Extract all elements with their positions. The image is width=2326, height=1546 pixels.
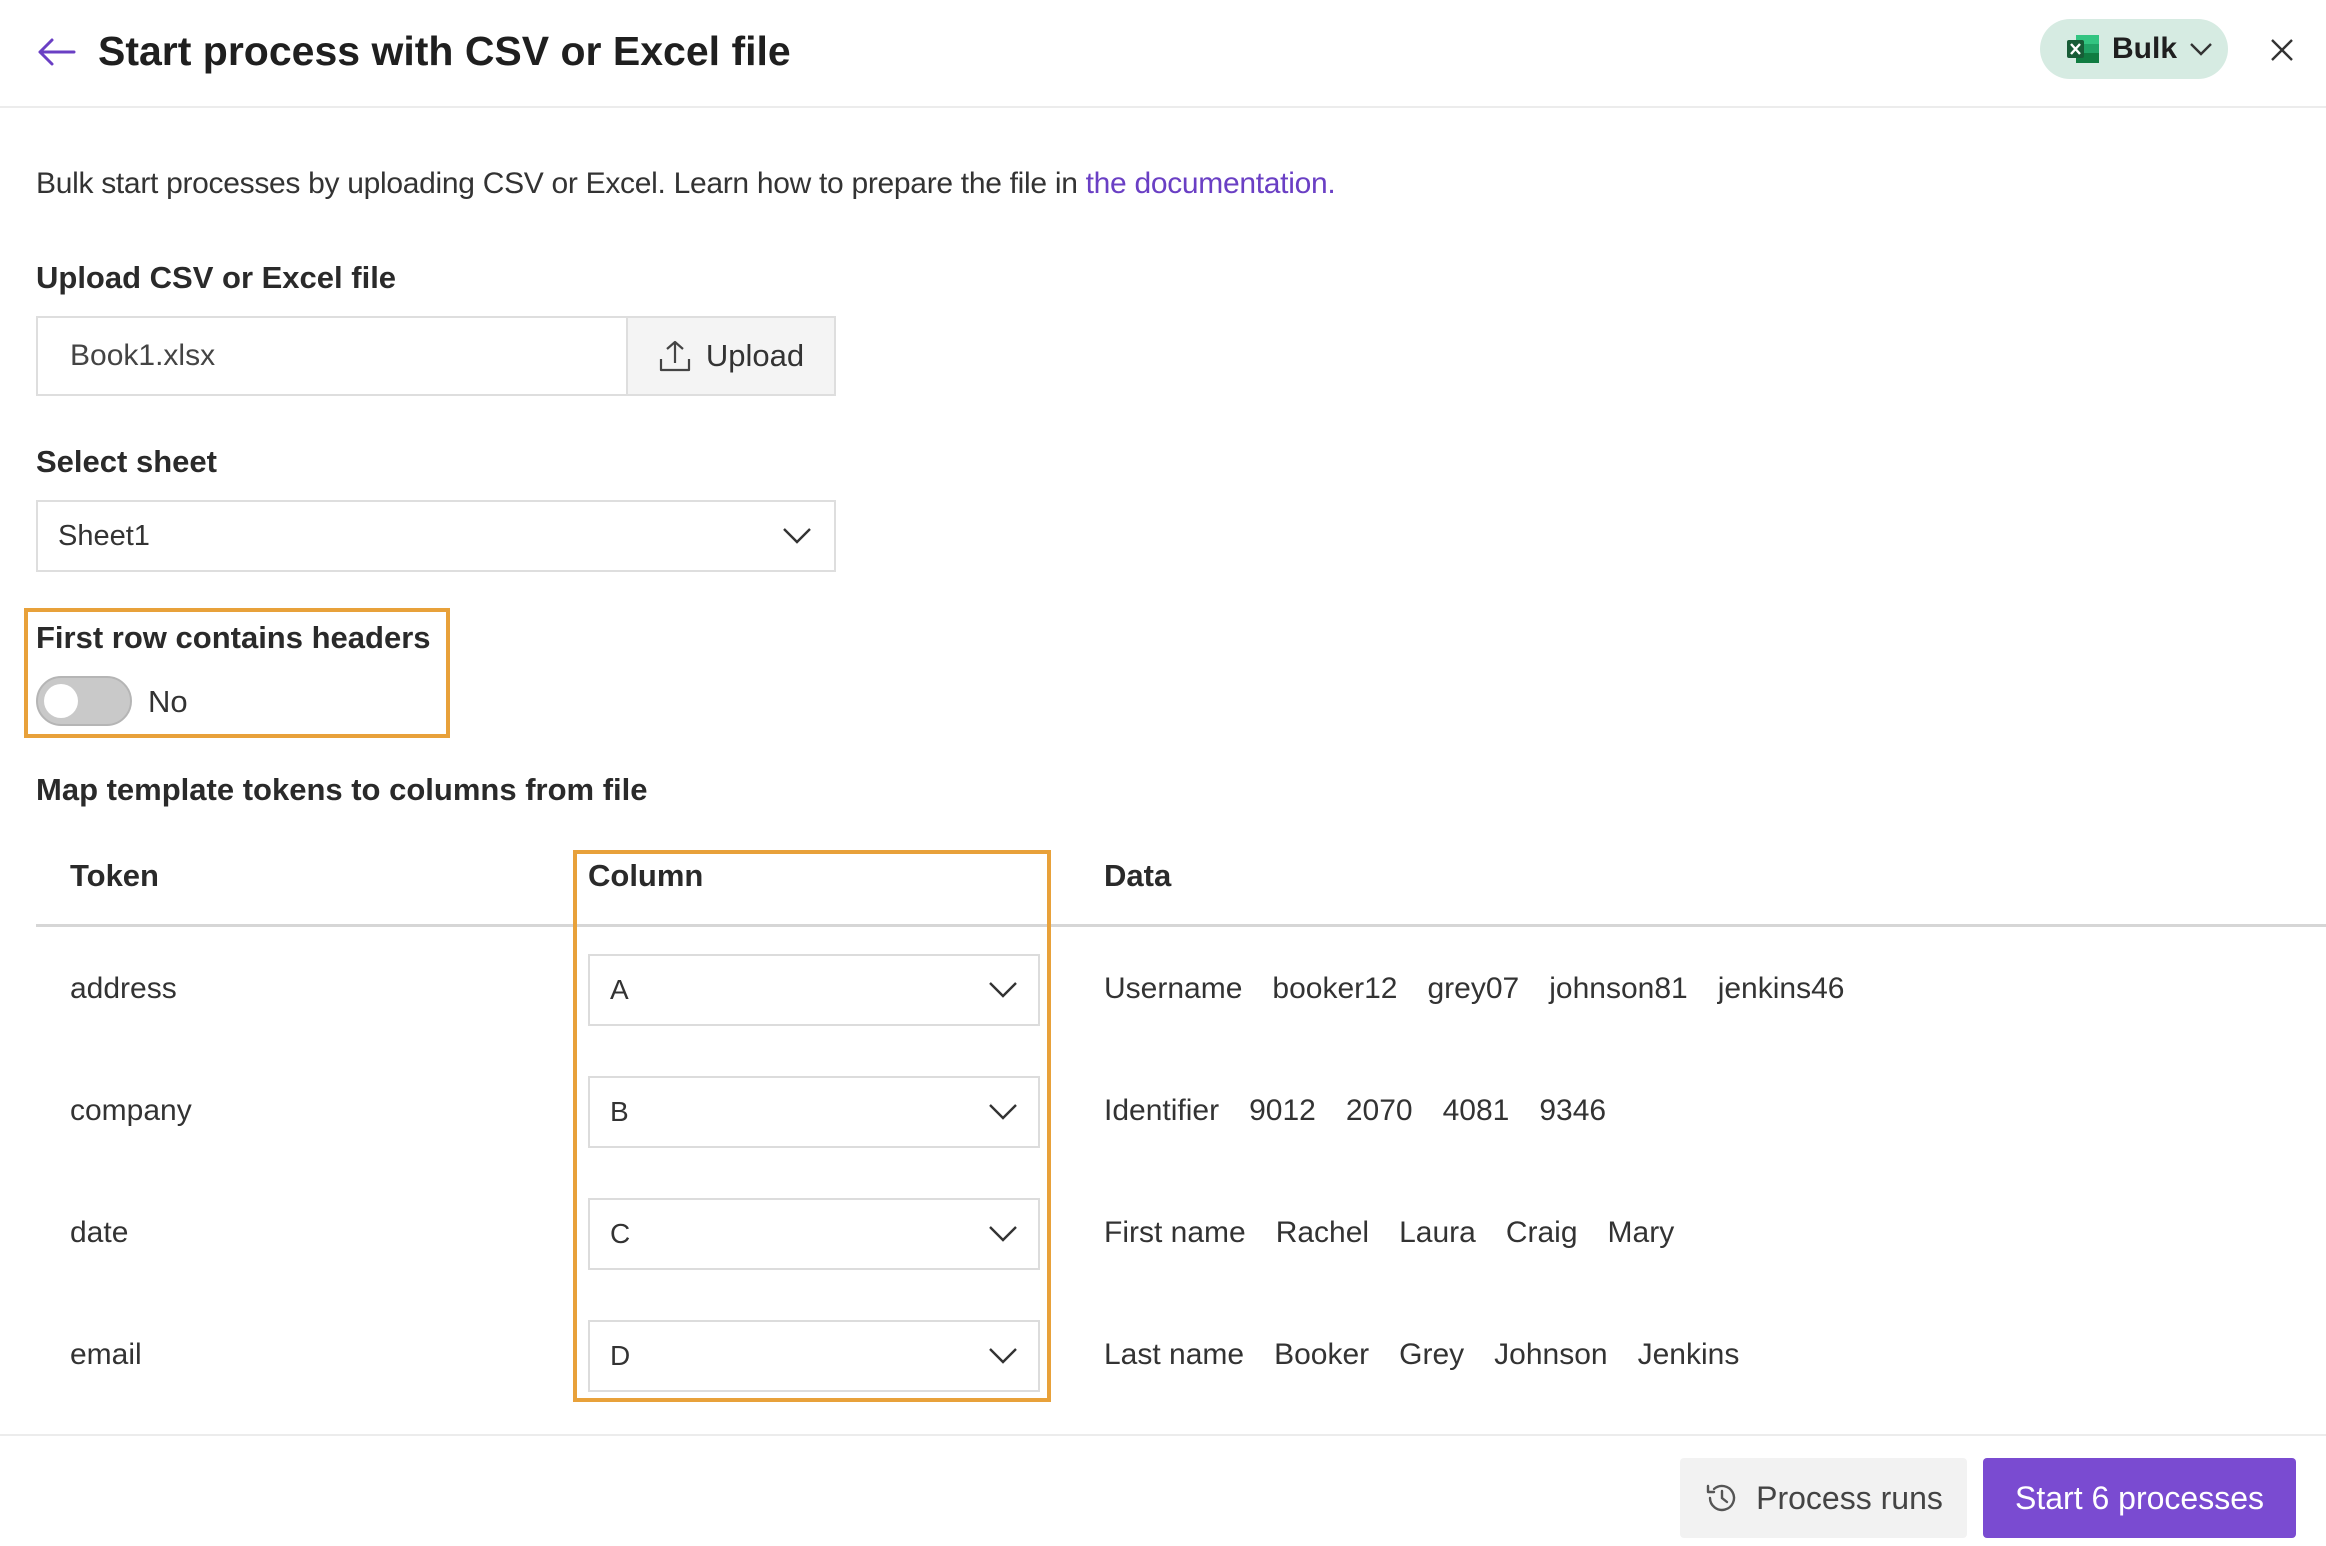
start-processes-label: Start 6 processes xyxy=(2015,1479,2264,1516)
data-sample-value: Laura xyxy=(1399,1216,1476,1249)
dialog-footer xyxy=(0,1434,2326,1546)
token-company: company xyxy=(70,1094,192,1127)
data-sample-value: Booker xyxy=(1274,1338,1370,1371)
upload-button-label: Upload xyxy=(705,338,805,373)
history-icon xyxy=(1706,1484,1736,1512)
table-header-divider xyxy=(36,924,2326,927)
data-sample-value: jenkins46 xyxy=(1717,972,1845,1005)
data-sample-value: Jenkins xyxy=(1637,1338,1740,1371)
data-sample-value: Johnson xyxy=(1494,1338,1608,1371)
intro-text: Bulk start processes by uploading CSV or… xyxy=(36,164,1336,204)
excel-icon xyxy=(2067,35,2099,63)
data-sample-value: grey07 xyxy=(1427,972,1520,1005)
data-preview-row: Last name Booker Grey Johnson Jenkins xyxy=(1104,1338,1739,1372)
data-sample-value: 9346 xyxy=(1539,1094,1607,1127)
chevron-down-icon xyxy=(2190,43,2212,56)
arrow-left-icon xyxy=(38,38,76,66)
intro-description: Bulk start processes by uploading CSV or… xyxy=(36,167,1086,200)
uploaded-file-field[interactable]: Book1.xlsx xyxy=(36,316,626,396)
sheet-select-value: Sheet1 xyxy=(58,519,150,552)
process-runs-button[interactable]: Process runs xyxy=(1680,1458,1967,1538)
chevron-down-icon xyxy=(783,528,811,544)
upload-icon xyxy=(659,340,690,372)
data-sample-value: 9012 xyxy=(1249,1094,1316,1127)
close-icon xyxy=(2271,39,2293,61)
headers-toggle-label: First row contains headers xyxy=(36,620,431,655)
data-preview-row: Identifier 9012 2070 4081 9346 xyxy=(1104,1094,1606,1128)
bulk-mode-dropdown[interactable]: Bulk xyxy=(2040,19,2228,79)
bulk-mode-label: Bulk xyxy=(2112,32,2178,65)
data-column-header: Data xyxy=(1104,858,1172,893)
data-sample-value: johnson81 xyxy=(1549,972,1688,1005)
data-header-value: Username xyxy=(1104,972,1243,1005)
select-sheet-label: Select sheet xyxy=(36,444,217,479)
start-processes-button[interactable]: Start 6 processes xyxy=(1983,1458,2296,1538)
data-sample-value: 4081 xyxy=(1442,1094,1510,1127)
data-preview-row: Username booker12 grey07 johnson81 jenki… xyxy=(1104,972,1844,1006)
close-button[interactable] xyxy=(2262,30,2302,70)
mapping-section-label: Map template tokens to columns from file xyxy=(36,772,648,807)
dialog-header: Start process with CSV or Excel file Bul… xyxy=(0,0,2326,108)
data-sample-value: Grey xyxy=(1399,1338,1465,1371)
data-header-value: Last name xyxy=(1104,1338,1245,1371)
sheet-select[interactable]: Sheet1 xyxy=(36,500,836,572)
upload-button[interactable]: Upload xyxy=(626,316,836,396)
token-column-header: Token xyxy=(70,858,159,893)
page-title: Start process with CSV or Excel file xyxy=(98,28,791,74)
headers-toggle[interactable] xyxy=(36,676,132,726)
token-email: email xyxy=(70,1338,142,1371)
token-date: date xyxy=(70,1216,129,1249)
data-sample-value: Rachel xyxy=(1275,1216,1370,1249)
data-sample-value: Mary xyxy=(1607,1216,1675,1249)
column-mapping-highlight xyxy=(573,850,1051,1402)
process-runs-label: Process runs xyxy=(1756,1479,1943,1516)
data-sample-value: booker12 xyxy=(1272,972,1398,1005)
documentation-link[interactable]: the documentation. xyxy=(1086,167,1336,200)
data-sample-value: Craig xyxy=(1505,1216,1578,1249)
uploaded-file-name: Book1.xlsx xyxy=(70,339,216,372)
upload-section-label: Upload CSV or Excel file xyxy=(36,260,397,295)
headers-toggle-state: No xyxy=(148,684,188,719)
data-header-value: Identifier xyxy=(1104,1094,1220,1127)
data-preview-row: First name Rachel Laura Craig Mary xyxy=(1104,1216,1674,1250)
token-address: address xyxy=(70,972,177,1005)
back-button[interactable] xyxy=(34,30,78,74)
data-sample-value: 2070 xyxy=(1345,1094,1413,1127)
toggle-knob xyxy=(44,684,78,718)
data-header-value: First name xyxy=(1104,1216,1246,1249)
